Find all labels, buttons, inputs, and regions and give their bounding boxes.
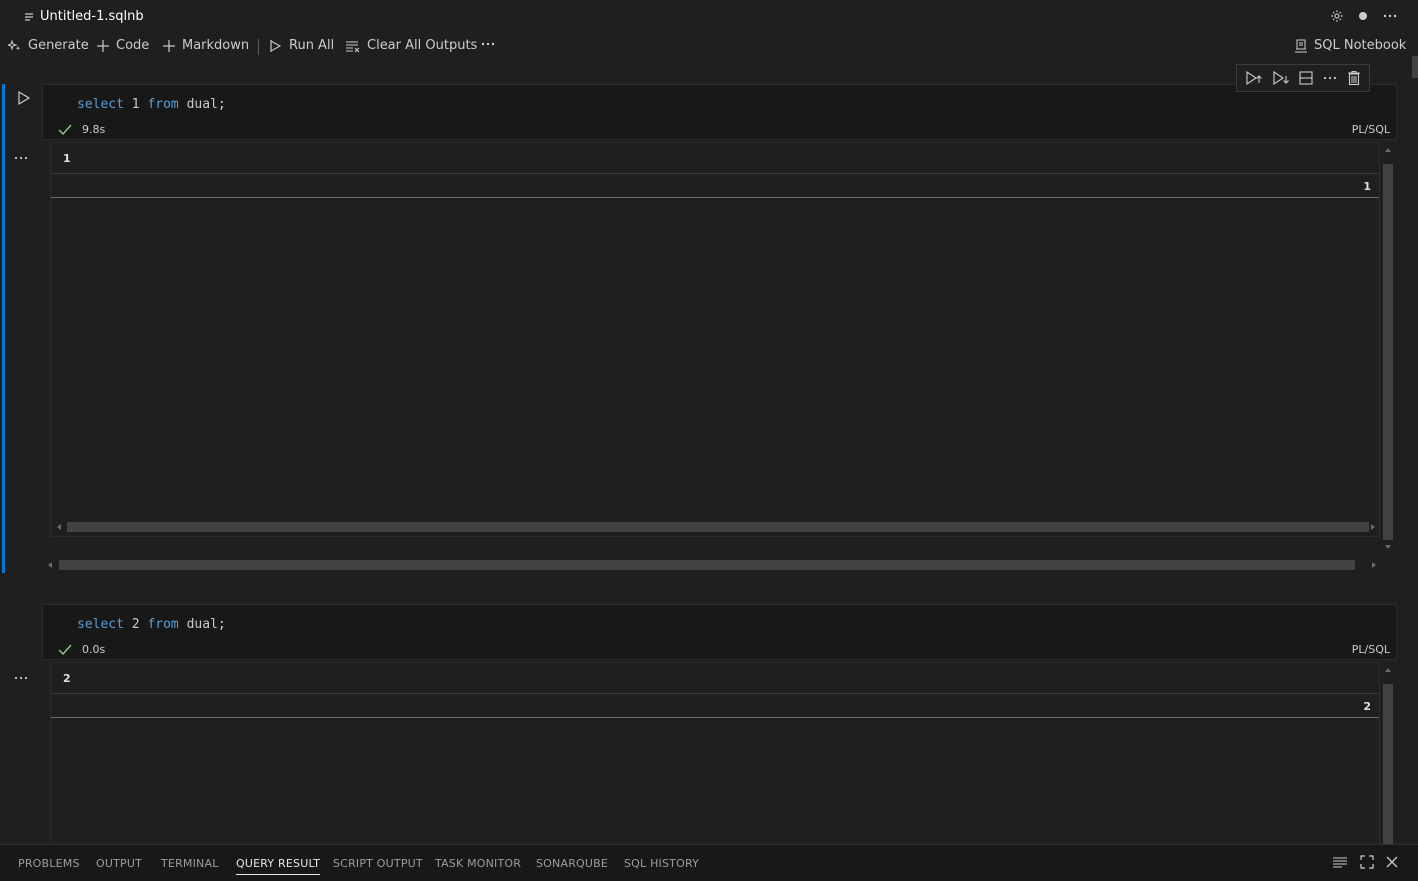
notebook-toolbar: Generate Code Markdown Run All Clear All…	[0, 34, 1418, 60]
run-all-button[interactable]: Run All	[269, 38, 334, 53]
editor-tab[interactable]: Untitled-1.sqlnb	[24, 9, 144, 24]
scrollbar-thumb[interactable]	[1383, 164, 1393, 540]
code-cell-editor[interactable]: select 2 from dual; 0.0s PL/SQL	[42, 604, 1397, 660]
run-all-icon	[269, 39, 283, 53]
output-vertical-scrollbar[interactable]	[1382, 142, 1394, 554]
toolbar-divider	[258, 39, 259, 55]
grid-horizontal-scrollbar[interactable]	[55, 521, 1377, 533]
tab-sql-history[interactable]: SQL HISTORY	[624, 857, 699, 870]
add-code-cell-button[interactable]: Code	[96, 38, 149, 53]
scroll-right-icon[interactable]	[1370, 561, 1378, 569]
kernel-icon	[1294, 39, 1308, 53]
grid-column-header[interactable]: 1	[51, 143, 1379, 174]
execute-above-icon[interactable]	[1245, 70, 1263, 86]
tab-problems[interactable]: PROBLEMS	[18, 857, 80, 870]
maximize-panel-icon[interactable]	[1360, 855, 1374, 869]
panel-list-icon[interactable]	[1332, 855, 1348, 869]
notebook-file-icon	[24, 12, 34, 22]
tab-sonarqube[interactable]: SONARQUBE	[536, 857, 608, 870]
tab-terminal[interactable]: TERMINAL	[161, 857, 219, 870]
cell-language[interactable]: PL/SQL	[1352, 643, 1390, 656]
execution-time: 9.8s	[82, 123, 106, 136]
tab-script-output[interactable]: SCRIPT OUTPUT	[333, 857, 423, 870]
scroll-left-icon[interactable]	[46, 561, 54, 569]
scrollbar-thumb[interactable]	[59, 560, 1355, 570]
cell-language[interactable]: PL/SQL	[1352, 123, 1390, 136]
editor-tab-title: Untitled-1.sqlnb	[40, 9, 144, 24]
editor-scrollbar-thumb[interactable]	[1412, 56, 1418, 78]
scroll-up-icon[interactable]	[1384, 146, 1392, 154]
split-cell-icon[interactable]	[1298, 70, 1314, 86]
tab-task-monitor[interactable]: TASK MONITOR	[435, 857, 521, 870]
table-row[interactable]: 2	[51, 694, 1379, 718]
delete-cell-icon[interactable]	[1347, 70, 1361, 86]
grid-column-header[interactable]: 2	[51, 663, 1379, 694]
kernel-picker[interactable]: SQL Notebook	[1294, 38, 1406, 53]
cell-status: 9.8s	[58, 123, 105, 136]
table-row[interactable]: 1	[51, 174, 1379, 198]
scroll-left-icon[interactable]	[55, 523, 63, 531]
tab-query-result[interactable]: QUERY RESULT	[236, 857, 321, 875]
close-panel-icon[interactable]	[1386, 856, 1398, 868]
output-vertical-scrollbar[interactable]	[1382, 662, 1394, 844]
tab-output[interactable]: OUTPUT	[96, 857, 142, 870]
plus-icon	[96, 39, 110, 53]
plus-icon	[162, 39, 176, 53]
scroll-down-icon[interactable]	[1384, 543, 1392, 551]
output-horizontal-scrollbar[interactable]	[46, 559, 1378, 571]
scroll-up-icon[interactable]	[1384, 666, 1392, 674]
cell-toolbar	[1236, 64, 1370, 92]
unsaved-dot-icon[interactable]	[1356, 9, 1370, 23]
generate-button[interactable]: Generate	[8, 38, 89, 53]
result-grid[interactable]: 1 1	[50, 142, 1380, 537]
cell-focus-indicator	[2, 84, 5, 573]
clear-outputs-icon	[345, 39, 361, 53]
scroll-right-icon[interactable]	[1369, 523, 1377, 531]
output-more-icon[interactable]	[13, 670, 29, 686]
success-check-icon	[58, 644, 72, 656]
sparkle-icon	[8, 38, 22, 53]
scrollbar-thumb[interactable]	[1383, 684, 1393, 844]
code-line[interactable]: select 2 from dual;	[77, 617, 226, 632]
add-markdown-cell-button[interactable]: Markdown	[162, 38, 249, 53]
panel-tab-bar: PROBLEMS OUTPUT TERMINAL QUERY RESULT SC…	[0, 844, 1418, 881]
toolbar-more-icon[interactable]	[480, 36, 496, 52]
run-cell-icon[interactable]	[17, 90, 31, 106]
output-more-icon[interactable]	[13, 150, 29, 166]
execute-below-icon[interactable]	[1272, 70, 1290, 86]
settings-gear-icon[interactable]	[1330, 9, 1344, 23]
success-check-icon	[58, 124, 72, 136]
cell-status: 0.0s	[58, 643, 105, 656]
result-grid[interactable]: 2 2	[50, 662, 1380, 844]
cell-more-icon[interactable]	[1322, 70, 1338, 86]
code-cell-editor[interactable]: select 1 from dual; 9.8s PL/SQL	[42, 84, 1397, 140]
execution-time: 0.0s	[82, 643, 106, 656]
code-line[interactable]: select 1 from dual;	[77, 97, 226, 112]
scrollbar-thumb[interactable]	[67, 522, 1369, 532]
title-bar: Untitled-1.sqlnb	[0, 0, 1418, 34]
more-actions-icon[interactable]	[1382, 9, 1398, 23]
clear-all-outputs-button[interactable]: Clear All Outputs	[345, 38, 477, 53]
